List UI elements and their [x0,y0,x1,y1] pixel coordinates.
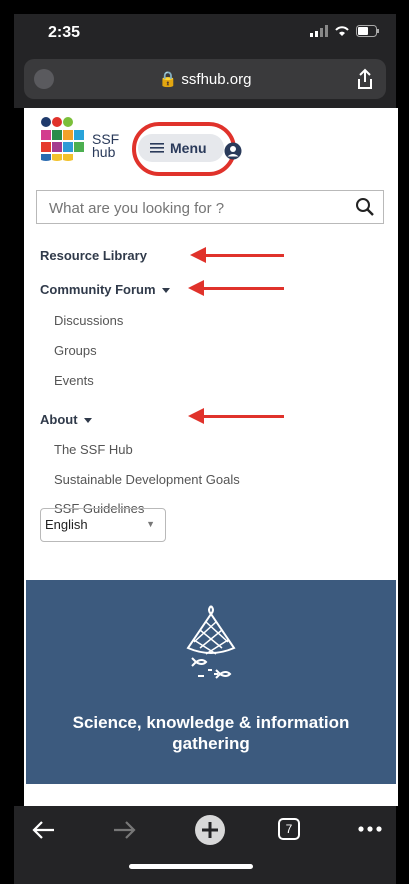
browser-bottom-bar: 7 [14,806,396,884]
nav-about[interactable]: About [40,412,92,427]
phone-screen: 2:35 🔒 ssfhub.org SSF hub Menu What are … [0,0,409,884]
language-select[interactable]: English ▼ [40,508,166,542]
nav-sub-sdgs[interactable]: Sustainable Development Goals [54,472,240,487]
caret-down-icon [83,418,92,424]
wifi-icon [335,26,349,36]
caret-down-icon [161,288,170,294]
nav-sub-events[interactable]: Events [54,373,94,388]
topic-card[interactable]: Science, knowledge & information gatheri… [26,580,396,784]
red-arrow-annotation [188,408,284,424]
address-bar[interactable]: 🔒 ssfhub.org [24,59,386,99]
browser-toolbar: 🔒 ssfhub.org [14,50,396,108]
red-arrow-annotation [190,247,284,263]
fishing-net-icon [186,605,236,679]
nav-sub-discussions[interactable]: Discussions [54,313,123,328]
search-input[interactable] [37,191,351,225]
language-value: English [45,517,88,532]
url-text: ssfhub.org [181,71,252,88]
nav-resource-library[interactable]: Resource Library [40,248,147,263]
status-time: 2:35 [48,24,81,41]
site-header: SSF hub Menu [24,108,398,176]
card-title-line1: Science, knowledge & information [72,713,350,732]
card-title-line2: gathering [172,734,250,753]
nav-community-forum[interactable]: Community Forum [40,282,170,297]
red-circle-annotation [132,122,236,176]
about-label: About [40,412,78,427]
logo-line2: hub [92,144,116,160]
status-bar: 2:35 [14,14,396,50]
user-account-icon[interactable] [224,142,242,160]
home-indicator[interactable] [129,864,253,869]
signal-icon [310,25,328,37]
new-tab-plus-icon[interactable] [194,814,226,846]
share-icon[interactable] [356,68,374,90]
tabs-button[interactable]: 7 [278,818,300,840]
logo-text: SSF hub [92,132,119,160]
card-title: Science, knowledge & information gatheri… [26,712,396,754]
tabs-count: 7 [285,822,293,836]
search-icon[interactable] [355,197,375,217]
web-page: SSF hub Menu Resource Library Community … [24,108,398,806]
red-arrow-annotation [188,280,284,296]
back-arrow-icon[interactable] [30,818,56,842]
community-forum-label: Community Forum [40,282,156,297]
url-display[interactable]: 🔒 ssfhub.org [24,70,386,88]
battery-icon [356,25,379,37]
lock-icon: 🔒 [158,71,178,88]
chevron-down-icon: ▼ [146,519,155,529]
ssf-hub-logo-icon[interactable] [40,116,86,162]
forward-arrow-icon[interactable] [112,818,138,842]
more-options-icon[interactable] [358,826,382,832]
status-icons [310,25,380,37]
nav-sub-groups[interactable]: Groups [54,343,97,358]
search-bar [36,190,384,225]
nav-sub-the-ssf-hub[interactable]: The SSF Hub [54,442,133,457]
